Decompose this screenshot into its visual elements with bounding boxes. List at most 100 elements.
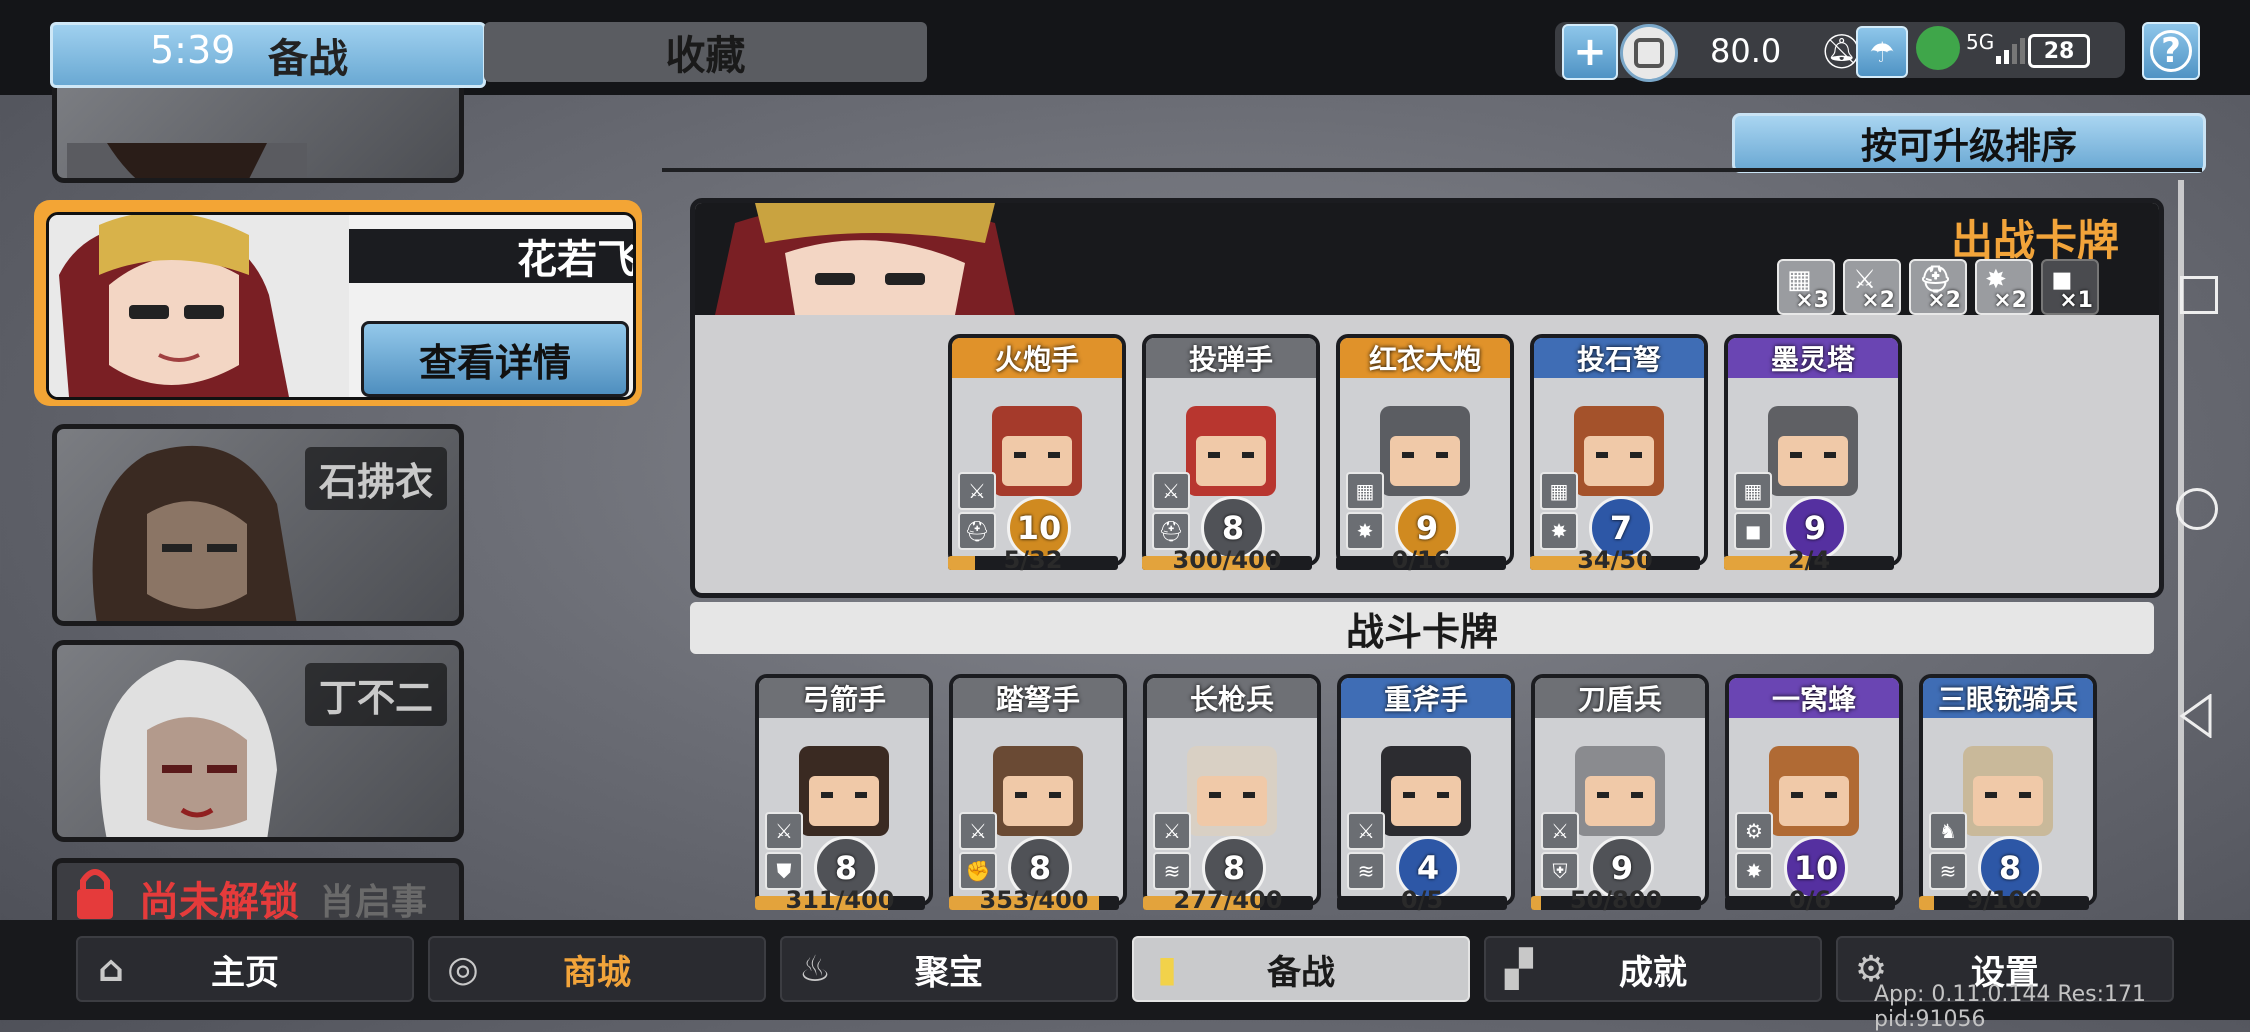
- hero-card-inner: 花若飞 查看详情: [46, 212, 636, 400]
- unit-portrait: [992, 406, 1082, 496]
- nav-label: 主页: [211, 952, 279, 993]
- burst-icon: ✸: [1540, 512, 1578, 550]
- umbrella-icon: ☂: [1869, 35, 1895, 69]
- unit-name: 墨灵塔: [1728, 338, 1898, 378]
- helmet-icon: ⛑: [1152, 512, 1190, 550]
- hero-card-selected[interactable]: 花若飞 查看详情: [34, 200, 642, 406]
- trait-count: ×3: [1795, 288, 1829, 313]
- add-button[interactable]: +: [1562, 24, 1618, 80]
- recent-apps-icon[interactable]: [2180, 276, 2218, 314]
- unit-card[interactable]: 火炮手 ⚔ ⛑ 10: [948, 334, 1126, 566]
- upgrade-progress-text: 2/4: [1787, 546, 1831, 574]
- hero-card-locked[interactable]: 尚未解锁 肖启事: [52, 858, 464, 923]
- armor-icon: ⛊: [765, 852, 803, 890]
- shield-icon: ⛨: [1541, 852, 1579, 890]
- unit-portrait: [1187, 746, 1277, 836]
- unit-name: 投石弩: [1534, 338, 1704, 378]
- unit-name: 长枪兵: [1147, 678, 1317, 718]
- view-detail-button[interactable]: 查看详情: [361, 321, 629, 397]
- battery-level: 28: [2043, 38, 2075, 64]
- unit-portrait: [1575, 746, 1665, 836]
- sword-icon: ⚔: [1153, 812, 1191, 850]
- unit-card[interactable]: 长枪兵 ⚔ ≋ 8: [1143, 674, 1321, 906]
- upgrade-progress-text: 0/16: [1391, 546, 1451, 574]
- help-button[interactable]: ?: [2142, 22, 2200, 80]
- upgrade-progress-text: 50/800: [1569, 886, 1663, 914]
- unit-portrait: [1769, 746, 1859, 836]
- share-button[interactable]: ☂: [1856, 26, 1908, 78]
- battery-icon: 28: [2028, 34, 2090, 68]
- wind-icon: ≋: [1153, 852, 1191, 890]
- tab-prepare[interactable]: 备战: [50, 22, 486, 88]
- upgrade-progress-text: 9/100: [1966, 886, 2042, 914]
- app-version: App: 0.11.0.144 Res:171 pid:91056: [1874, 982, 2147, 1032]
- sword-icon: ⚔: [1347, 812, 1385, 850]
- sword-icon: ⚔: [1152, 472, 1190, 510]
- sword-icon: ⚔: [765, 812, 803, 850]
- hero-card-partial[interactable]: [52, 88, 464, 183]
- question-icon: ?: [2150, 30, 2192, 72]
- unit-name: 刀盾兵: [1535, 678, 1705, 718]
- back-triangle-icon[interactable]: [2178, 693, 2214, 748]
- nav-coins[interactable]: ◎ 商城: [428, 936, 766, 1002]
- deck-hero-portrait: [715, 203, 1015, 315]
- upgrade-progress-text: 34/50: [1577, 546, 1653, 574]
- wind-icon: ≋: [1347, 852, 1385, 890]
- nav-card[interactable]: ▮ 备战: [1132, 936, 1470, 1002]
- hero-name: 石拂衣: [304, 447, 447, 510]
- upgrade-progress-text: 0/5: [1400, 886, 1444, 914]
- unit-card[interactable]: 刀盾兵 ⚔ ⛨ 9: [1531, 674, 1709, 906]
- sort-label: 按可升级排序: [1860, 126, 2077, 167]
- unit-card[interactable]: 一窝蜂 ⚙ ✸ 10: [1725, 674, 1903, 906]
- unit-portrait: [1380, 406, 1470, 496]
- unit-portrait: [1381, 746, 1471, 836]
- tab-collection[interactable]: 收藏: [484, 22, 927, 82]
- nav-treasure[interactable]: ♨ 聚宝: [780, 936, 1118, 1002]
- helmet-icon: ⛑: [958, 512, 996, 550]
- record-icon: [1634, 38, 1664, 68]
- hero-name: 肖启事: [319, 882, 428, 923]
- burst-icon: ✸: [1346, 512, 1384, 550]
- trait-count: ×2: [1861, 288, 1895, 313]
- trait-badge[interactable]: ⚔ ×2: [1843, 259, 1901, 315]
- wall-icon: ▦: [1734, 472, 1772, 510]
- plus-icon: +: [1573, 29, 1607, 75]
- trait-badge[interactable]: ▦ ×3: [1777, 259, 1835, 315]
- upgrade-progress-text: 0/6: [1788, 886, 1832, 914]
- horse-icon: ♞: [1929, 812, 1967, 850]
- trait-count: ×2: [1993, 288, 2027, 313]
- trait-badge[interactable]: ◼ ×1: [2041, 259, 2099, 315]
- unit-name: 重斧手: [1341, 678, 1511, 718]
- nav-achievement[interactable]: ▞ 成就: [1484, 936, 1822, 1002]
- nav-label: 备战: [1267, 952, 1335, 993]
- trait-badge[interactable]: ✸ ×2: [1975, 259, 2033, 315]
- wind-icon: ≋: [1929, 852, 1967, 890]
- unit-card[interactable]: 投石弩 ▦ ✸ 7: [1530, 334, 1708, 566]
- unit-name: 火炮手: [952, 338, 1122, 378]
- unit-name: 弓箭手: [759, 678, 929, 718]
- nav-label: 成就: [1619, 952, 1687, 993]
- hero-card[interactable]: 石拂衣: [52, 424, 464, 626]
- lock-icon: [73, 867, 117, 919]
- unit-portrait: [799, 746, 889, 836]
- unit-card[interactable]: 重斧手 ⚔ ≋ 4: [1337, 674, 1515, 906]
- nav-home[interactable]: ⌂ 主页: [76, 936, 414, 1002]
- gear-icon: ⚙: [1735, 812, 1773, 850]
- upgrade-progress-text: 300/400: [1172, 546, 1282, 574]
- upgrade-progress-text: 311/400: [785, 886, 895, 914]
- sort-upgradable-button[interactable]: 按可升级排序: [1732, 113, 2206, 173]
- unit-card[interactable]: 弓箭手 ⚔ ⛊ 8: [755, 674, 933, 906]
- tab-prepare-label: 备战: [268, 36, 348, 82]
- hero-card[interactable]: 丁不二: [52, 640, 464, 842]
- screen-record-button[interactable]: [1620, 24, 1678, 82]
- unit-card[interactable]: 投弹手 ⚔ ⛑ 8: [1142, 334, 1320, 566]
- home-circle-icon[interactable]: [2176, 488, 2218, 530]
- unit-card[interactable]: 红衣大炮 ▦ ✸ 9: [1336, 334, 1514, 566]
- trait-badge[interactable]: ⛑ ×2: [1909, 259, 1967, 315]
- unit-portrait: [1186, 406, 1276, 496]
- unit-card[interactable]: 墨灵塔 ▦ ◼ 9: [1724, 334, 1902, 566]
- unit-card[interactable]: 踏弩手 ⚔ ✊ 8: [949, 674, 1127, 906]
- divider: [662, 168, 2202, 172]
- unit-card[interactable]: 三眼铳骑兵 ♞ ≋ 8: [1919, 674, 2097, 906]
- trait-count: ×2: [1927, 288, 1961, 313]
